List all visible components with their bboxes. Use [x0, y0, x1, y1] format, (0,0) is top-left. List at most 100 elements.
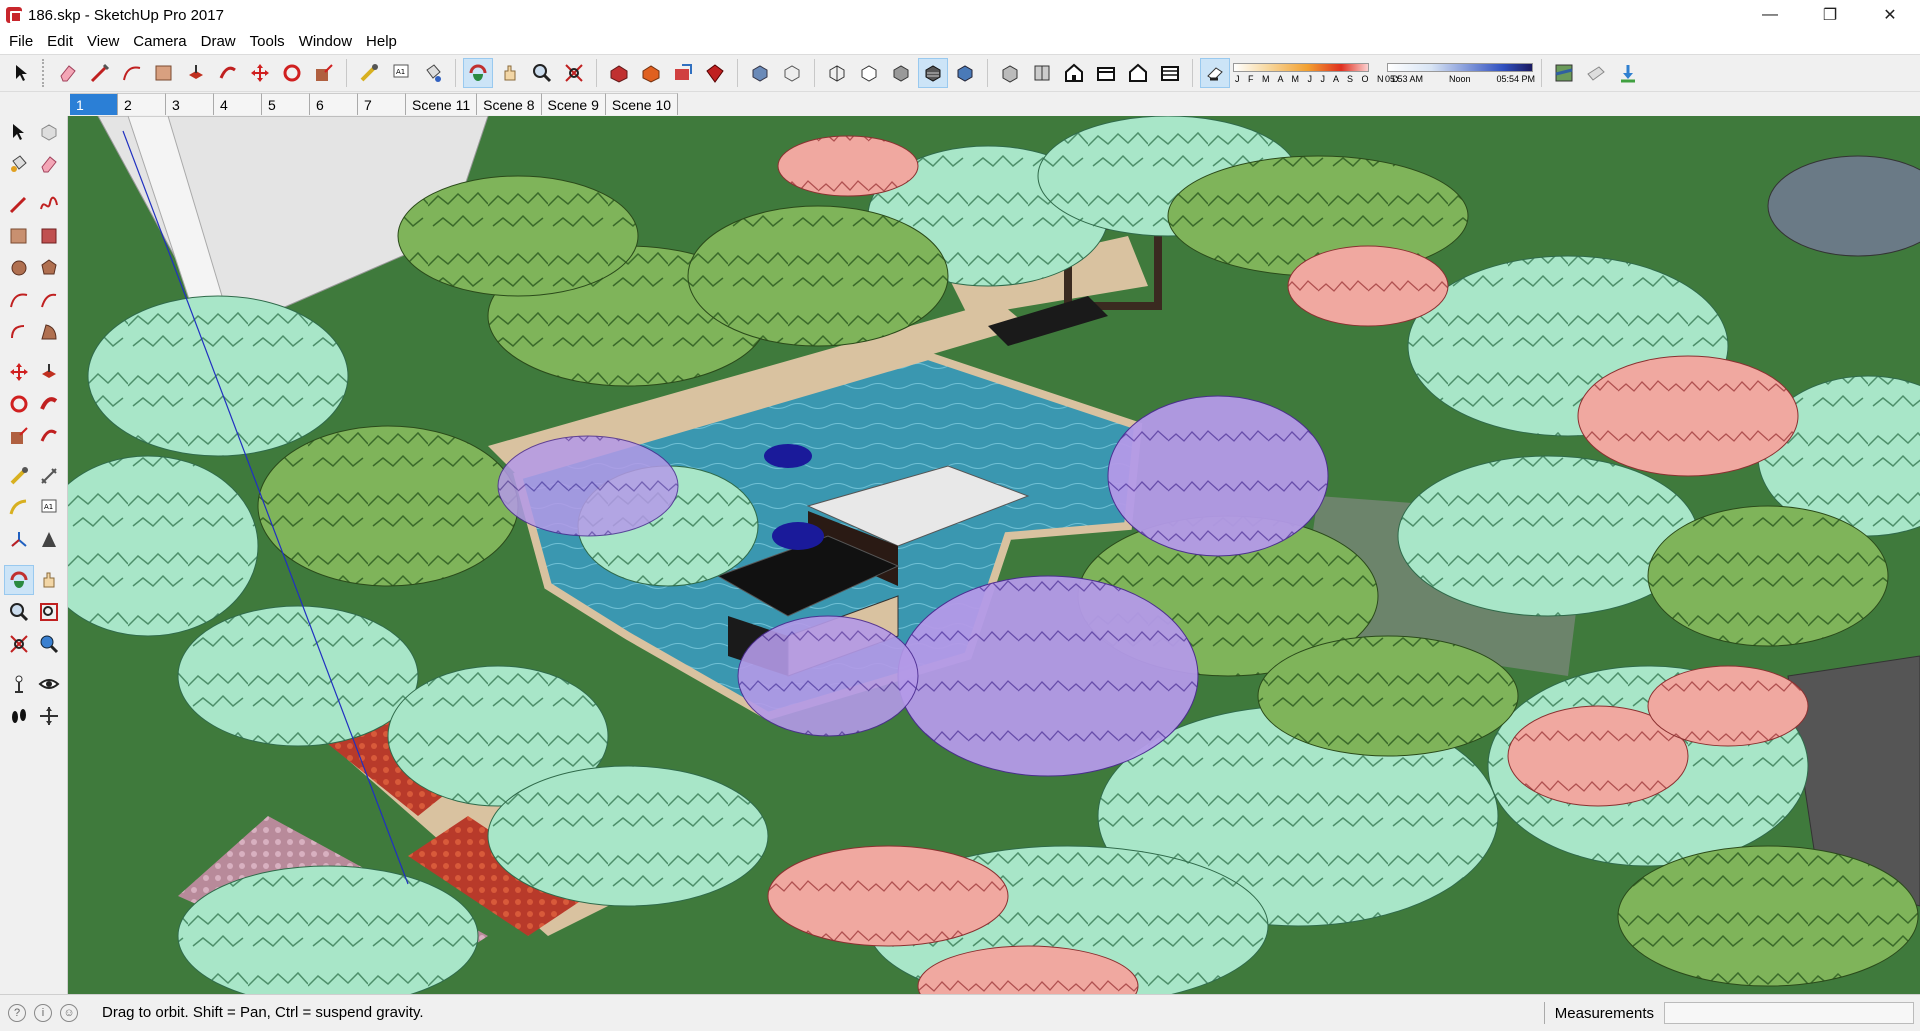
shaded-with-textures-style-icon[interactable] [918, 58, 948, 88]
terrain-import-icon[interactable] [1613, 58, 1643, 88]
paint-bucket-tool-icon[interactable] [4, 149, 34, 179]
scale-tool-icon[interactable] [4, 421, 34, 451]
tape-measure-tool-icon[interactable] [4, 461, 34, 491]
measurements-input[interactable] [1664, 1002, 1914, 1024]
freehand-tool-icon[interactable] [34, 189, 64, 219]
three-point-arc-tool-icon[interactable] [4, 317, 34, 347]
scene-tab-1[interactable]: 1 [70, 93, 118, 115]
right-view-icon[interactable] [1091, 58, 1121, 88]
menu-window[interactable]: Window [292, 30, 359, 54]
eraser-tool-icon[interactable] [53, 58, 83, 88]
menu-draw[interactable]: Draw [194, 30, 243, 54]
model-viewport[interactable] [68, 116, 1920, 994]
restore-button[interactable]: ❐ [1800, 0, 1860, 30]
scene-tab-scene-10[interactable]: Scene 10 [605, 93, 679, 115]
back-edges-style-icon[interactable] [777, 58, 807, 88]
dimension-tool-icon[interactable] [34, 461, 64, 491]
geo-location-icon[interactable]: ? [8, 1003, 26, 1022]
scene-tab-scene-8[interactable]: Scene 8 [477, 93, 542, 115]
zoom-extents-tool-icon[interactable] [4, 629, 34, 659]
toolbar-grip[interactable] [42, 59, 46, 87]
add-location-icon[interactable] [1549, 58, 1579, 88]
user-account-icon[interactable]: ☺ [60, 1003, 78, 1022]
select-tool-icon[interactable] [7, 58, 37, 88]
extension-manager-icon[interactable] [700, 58, 730, 88]
3d-text-tool-icon[interactable] [34, 525, 64, 555]
back-view-icon[interactable] [1123, 58, 1153, 88]
menu-tools[interactable]: Tools [243, 30, 292, 54]
rotate-tool-icon[interactable] [4, 389, 34, 419]
menu-view[interactable]: View [80, 30, 126, 54]
zoom-tool-icon[interactable] [4, 597, 34, 627]
pan-tool-icon[interactable] [495, 58, 525, 88]
look-around-icon[interactable] [34, 669, 64, 699]
protractor-tool-icon[interactable] [4, 493, 34, 523]
walk-tool-icon[interactable] [4, 701, 34, 731]
arc-tool-icon[interactable] [117, 58, 147, 88]
move-tool-icon[interactable] [4, 357, 34, 387]
eraser-tool-icon[interactable] [34, 149, 64, 179]
left-view-icon[interactable] [1155, 58, 1185, 88]
shaded-style-icon[interactable] [886, 58, 916, 88]
scene-tab-2[interactable]: 2 [118, 93, 166, 115]
wireframe-style-icon[interactable] [822, 58, 852, 88]
rotated-rectangle-tool-icon[interactable] [34, 221, 64, 251]
paint-bucket-tool-icon[interactable] [418, 58, 448, 88]
monochrome-style-icon[interactable] [950, 58, 980, 88]
polygon-tool-icon[interactable] [34, 253, 64, 283]
two-point-arc-tool-icon[interactable] [34, 285, 64, 315]
text-tool-icon[interactable]: A1 [386, 58, 416, 88]
minimize-button[interactable]: — [1740, 0, 1800, 30]
offset-tool-icon[interactable] [34, 421, 64, 451]
extension-warehouse-icon[interactable] [636, 58, 666, 88]
zoom-tool-icon[interactable] [527, 58, 557, 88]
section-plane-icon[interactable] [34, 701, 64, 731]
top-view-icon[interactable] [1027, 58, 1057, 88]
orbit-tool-icon[interactable] [463, 58, 493, 88]
menu-edit[interactable]: Edit [40, 30, 80, 54]
menu-camera[interactable]: Camera [126, 30, 193, 54]
position-camera-icon[interactable] [4, 669, 34, 699]
rotate-tool-icon[interactable] [277, 58, 307, 88]
text-tool-icon[interactable]: A1 [34, 493, 64, 523]
hidden-line-style-icon[interactable] [854, 58, 884, 88]
scene-tab-6[interactable]: 6 [310, 93, 358, 115]
circle-tool-icon[interactable] [4, 253, 34, 283]
close-button[interactable]: ✕ [1860, 0, 1920, 30]
push-pull-tool-icon[interactable] [34, 357, 64, 387]
make-component-icon[interactable] [34, 117, 64, 147]
pie-tool-icon[interactable] [34, 317, 64, 347]
line-tool-icon[interactable] [85, 58, 115, 88]
scene-tab-3[interactable]: 3 [166, 93, 214, 115]
scene-tab-scene-9[interactable]: Scene 9 [541, 93, 606, 115]
select-tool-icon[interactable] [4, 117, 34, 147]
offset-tool-icon[interactable] [213, 58, 243, 88]
scale-tool-icon[interactable] [309, 58, 339, 88]
xray-style-icon[interactable] [745, 58, 775, 88]
previous-view-icon[interactable] [34, 629, 64, 659]
zoom-window-tool-icon[interactable] [34, 597, 64, 627]
scene-tab-4[interactable]: 4 [214, 93, 262, 115]
shadow-time-slider[interactable]: 05:53 AM Noon 05:54 PM [1385, 58, 1535, 88]
pan-tool-icon[interactable] [34, 565, 64, 595]
orbit-tool-icon[interactable] [4, 565, 34, 595]
axes-tool-icon[interactable] [4, 525, 34, 555]
rectangle-tool-icon[interactable] [4, 221, 34, 251]
zoom-extents-tool-icon[interactable] [559, 58, 589, 88]
share-model-icon[interactable] [668, 58, 698, 88]
rectangle-tool-icon[interactable] [149, 58, 179, 88]
scene-tab-5[interactable]: 5 [262, 93, 310, 115]
follow-me-tool-icon[interactable] [34, 389, 64, 419]
iso-view-icon[interactable] [995, 58, 1025, 88]
3d-warehouse-icon[interactable] [604, 58, 634, 88]
tape-measure-tool-icon[interactable] [354, 58, 384, 88]
move-tool-icon[interactable] [245, 58, 275, 88]
shadows-toggle-icon[interactable] [1200, 58, 1230, 88]
scene-tab-7[interactable]: 7 [358, 93, 406, 115]
menu-file[interactable]: File [2, 30, 40, 54]
shadow-month-slider[interactable]: J F M A M J J A S O N D [1231, 58, 1399, 88]
scene-tab-scene-11[interactable]: Scene 11 [406, 93, 478, 115]
credits-info-icon[interactable]: i [34, 1003, 52, 1022]
front-view-icon[interactable] [1059, 58, 1089, 88]
push-pull-tool-icon[interactable] [181, 58, 211, 88]
